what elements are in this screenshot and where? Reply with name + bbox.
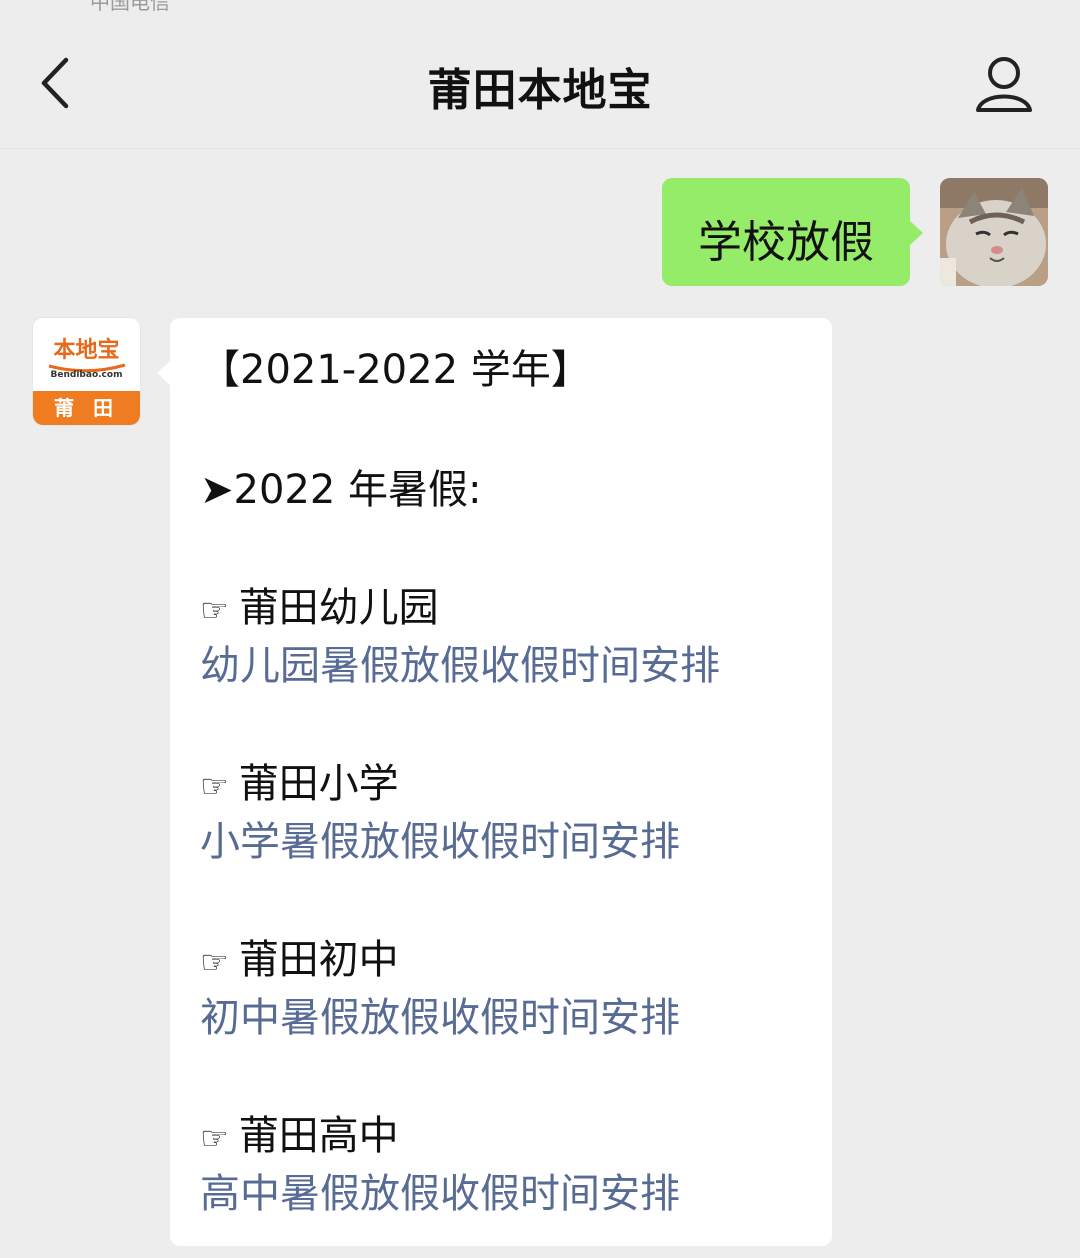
primary-schedule-link[interactable]: 小学暑假放假收假时间安排	[200, 814, 680, 870]
status-bar: 中国电信	[0, 0, 1080, 18]
carrier-text: 中国电信	[90, 0, 170, 14]
chat-header: 莆田本地宝	[0, 18, 1080, 149]
pointing-hand-icon: ☞	[200, 767, 229, 805]
reply-heading: 【2021-2022 学年】	[200, 347, 591, 393]
bubble-tail	[157, 360, 171, 386]
chat-title: 莆田本地宝	[427, 65, 653, 116]
section-label: 莆田高中	[238, 1113, 399, 1159]
section-label: 莆田初中	[238, 937, 399, 983]
cat-photo-avatar	[940, 178, 1048, 286]
brand-city-band: 莆 田	[33, 391, 140, 425]
received-message-bubble: 【2021-2022 学年】 ➤2022 年暑假: ☞ 莆田幼儿园 幼儿园暑假放假…	[157, 318, 832, 1246]
brand-logo-text: 本地宝	[53, 338, 120, 363]
bubble-tail	[909, 220, 923, 246]
section-label: 莆田小学	[238, 761, 399, 807]
user-avatar[interactable]	[940, 178, 1048, 286]
brand-url: Bendibao.com	[50, 370, 123, 380]
section-senior-high: ☞ 莆田高中	[200, 1108, 399, 1166]
profile-button[interactable]	[968, 48, 1040, 120]
junior-high-schedule-link[interactable]: 初中暑假放假收假时间安排	[200, 990, 680, 1046]
senior-high-schedule-link[interactable]: 高中暑假放假收假时间安排	[200, 1166, 680, 1222]
bot-avatar[interactable]: 本地宝 Bendibao.com 莆 田	[33, 318, 140, 425]
kindergarten-schedule-link[interactable]: 幼儿园暑假放假收假时间安排	[200, 638, 720, 694]
pointing-hand-icon: ☞	[200, 943, 229, 981]
section-junior-high: ☞ 莆田初中	[200, 932, 399, 990]
section-kindergarten: ☞ 莆田幼儿园	[200, 580, 439, 638]
pointing-hand-icon: ☞	[200, 591, 229, 629]
section-primary: ☞ 莆田小学	[200, 756, 399, 814]
section-label: 莆田幼儿园	[238, 585, 439, 631]
user-profile-icon	[976, 57, 1032, 112]
reply-subheading: ➤2022 年暑假:	[200, 467, 482, 513]
sent-message-bubble[interactable]: 学校放假	[662, 178, 923, 286]
sent-message-text: 学校放假	[698, 217, 874, 268]
pointing-hand-icon: ☞	[200, 1119, 229, 1157]
